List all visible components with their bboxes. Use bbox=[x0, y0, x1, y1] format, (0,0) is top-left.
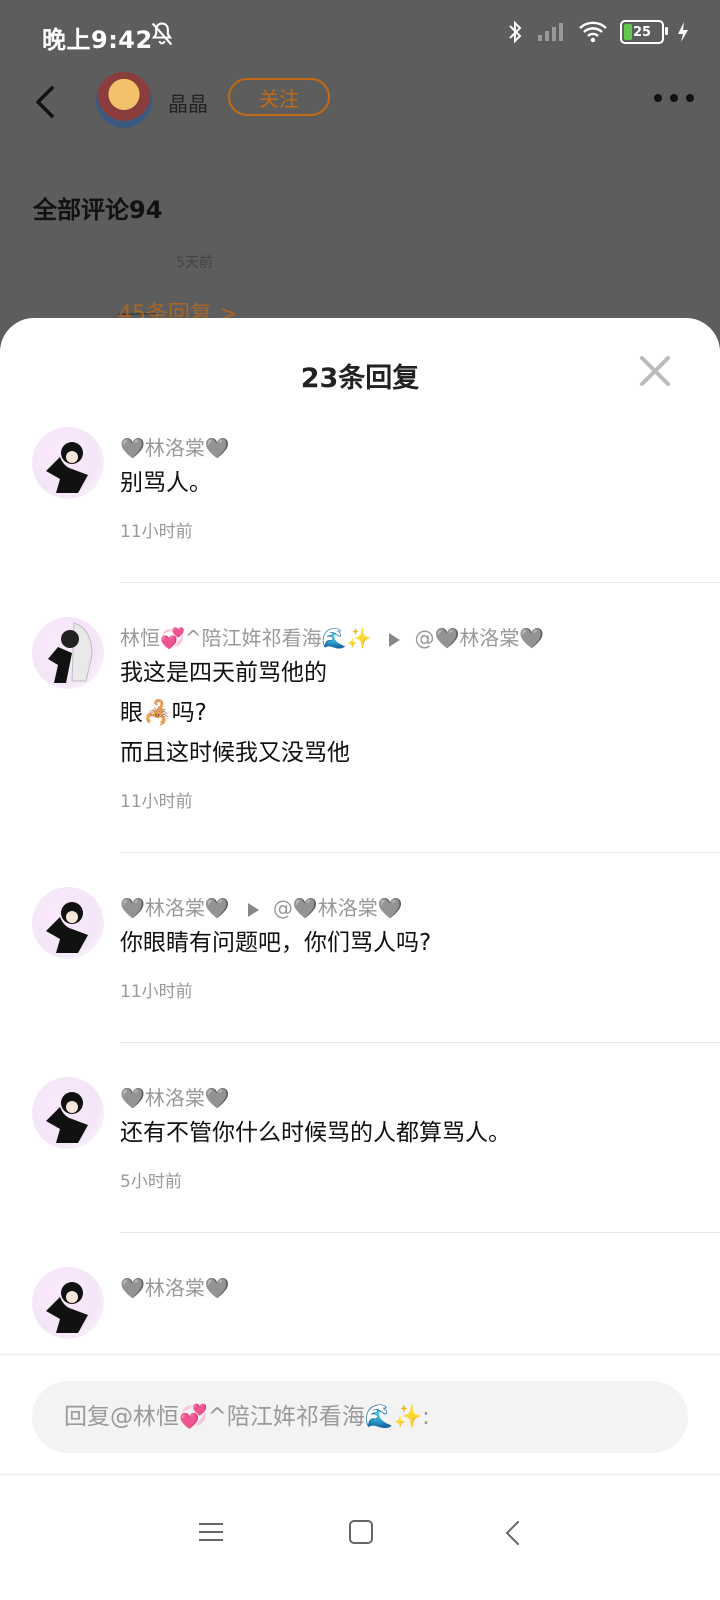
battery-icon: 25 bbox=[620, 20, 668, 44]
user-avatar-icon bbox=[46, 442, 88, 493]
replies-list[interactable]: 🩶林洛棠🩶 别骂人。 11小时前 林恒💞^陪江姩祁看海🌊✨ @🩶林洛棠🩶 我这是四… bbox=[0, 418, 720, 1378]
reply-arrow-icon bbox=[389, 632, 401, 647]
background-comment-time: 5天前 bbox=[176, 255, 213, 271]
divider bbox=[120, 1042, 720, 1043]
reply-author[interactable]: 🩶林洛棠🩶 bbox=[120, 1083, 720, 1113]
author-name[interactable]: 晶晶 bbox=[168, 88, 208, 117]
reply-input[interactable]: 回复@林恒💞^陪江姩祁看海🌊✨: bbox=[32, 1381, 688, 1453]
system-nav-bar bbox=[0, 1474, 720, 1600]
avatar[interactable] bbox=[32, 617, 104, 689]
close-icon[interactable] bbox=[638, 354, 672, 388]
avatar[interactable] bbox=[32, 887, 104, 959]
top-bar: 晶晶 关注 bbox=[0, 72, 720, 132]
divider bbox=[120, 1232, 720, 1233]
reply-text: 别骂人。 bbox=[120, 470, 212, 496]
reply-item: 🩶林洛棠🩶 bbox=[0, 1267, 720, 1339]
avatar[interactable] bbox=[32, 1267, 104, 1339]
reply-bar: 回复@林恒💞^陪江姩祁看海🌊✨: bbox=[0, 1354, 720, 1475]
user-avatar-icon bbox=[46, 902, 88, 953]
reply-item: 🩶林洛棠🩶 @🩶林洛棠🩶 你眼睛有问题吧，你们骂人吗? 11小时前 bbox=[0, 887, 720, 1043]
user-avatar-icon bbox=[46, 1092, 88, 1143]
reply-target[interactable]: @🩶林洛棠🩶 bbox=[414, 626, 544, 650]
bluetooth-icon bbox=[509, 20, 522, 44]
reply-author[interactable]: 林恒💞^陪江姩祁看海🌊✨ @🩶林洛棠🩶 bbox=[120, 623, 720, 653]
back-arrow-icon[interactable] bbox=[32, 84, 62, 120]
reply-author[interactable]: 🩶林洛棠🩶 bbox=[120, 433, 720, 463]
reply-text-line: 而且这时候我又没骂他 bbox=[120, 740, 350, 766]
reply-text: 你眼睛有问题吧，你们骂人吗? bbox=[120, 930, 432, 956]
all-comments-title: 全部评论94 bbox=[33, 196, 163, 224]
status-bar: 晚上9:42 25 bbox=[0, 0, 720, 70]
avatar[interactable] bbox=[32, 427, 104, 499]
divider bbox=[120, 582, 720, 583]
reply-time: 11小时前 bbox=[120, 982, 193, 1002]
charging-icon bbox=[678, 22, 688, 42]
back-icon[interactable] bbox=[503, 1519, 523, 1547]
reply-time: 11小时前 bbox=[120, 522, 193, 542]
bell-muted-icon bbox=[151, 22, 173, 46]
reply-author[interactable]: 🩶林洛棠🩶 @🩶林洛棠🩶 bbox=[120, 893, 720, 923]
divider bbox=[120, 852, 720, 853]
reply-text: 还有不管你什么时候骂的人都算骂人。 bbox=[120, 1120, 511, 1146]
more-options-icon[interactable] bbox=[654, 94, 694, 102]
reply-text-line: 眼🦂吗? bbox=[120, 700, 207, 726]
menu-icon[interactable] bbox=[198, 1519, 224, 1545]
reply-target[interactable]: @🩶林洛棠🩶 bbox=[273, 896, 403, 920]
status-time: 晚上9:42 bbox=[42, 26, 153, 54]
reply-item: 林恒💞^陪江姩祁看海🌊✨ @🩶林洛棠🩶 我这是四天前骂他的 眼🦂吗? 而且这时候我… bbox=[0, 617, 720, 853]
reply-item: 🩶林洛棠🩶 还有不管你什么时候骂的人都算骂人。 5小时前 bbox=[0, 1077, 720, 1233]
user-avatar-icon bbox=[46, 1282, 88, 1333]
user-avatar-icon bbox=[48, 622, 93, 683]
reply-item: 🩶林洛棠🩶 别骂人。 11小时前 bbox=[0, 427, 720, 583]
author-avatar[interactable] bbox=[96, 72, 152, 128]
reply-text-line: 我这是四天前骂他的 bbox=[120, 660, 327, 686]
reply-time: 11小时前 bbox=[120, 792, 193, 812]
follow-button[interactable]: 关注 bbox=[228, 78, 330, 116]
wifi-icon bbox=[579, 21, 607, 43]
home-icon[interactable] bbox=[348, 1519, 374, 1545]
sheet-title: 23条回复 bbox=[300, 363, 420, 394]
reply-time: 5小时前 bbox=[120, 1172, 182, 1192]
replies-sheet: 23条回复 🩶林洛棠🩶 别骂人。 11小时前 林恒💞^陪江姩祁看海🌊✨ @🩶林洛棠… bbox=[0, 318, 720, 1600]
signal-icon bbox=[538, 23, 563, 41]
reply-arrow-icon bbox=[247, 902, 259, 917]
reply-author[interactable]: 🩶林洛棠🩶 bbox=[120, 1273, 720, 1303]
avatar[interactable] bbox=[32, 1077, 104, 1149]
